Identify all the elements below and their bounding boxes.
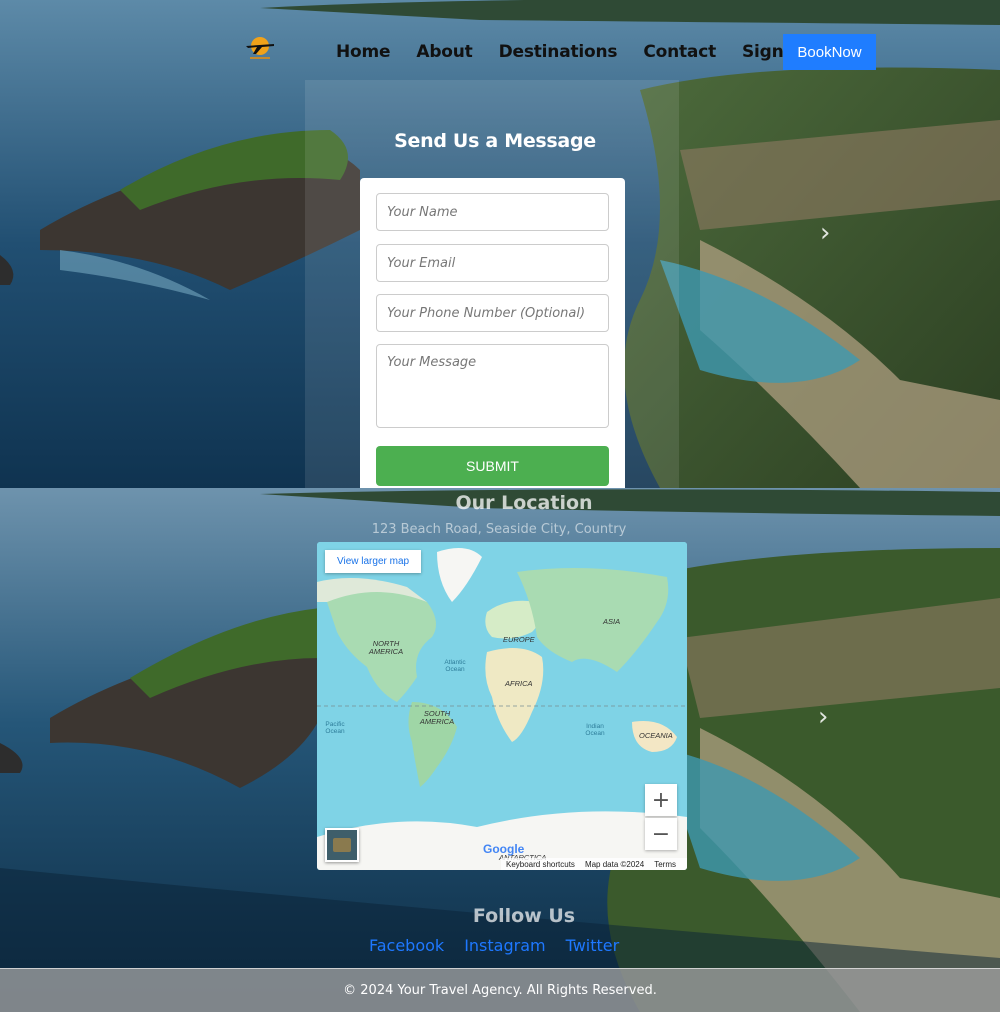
embedded-map[interactable]: NORTH AMERICA SOUTH AMERICA EUROPE ASIA … <box>317 542 687 870</box>
map-label-south-america: SOUTH AMERICA <box>419 709 455 726</box>
map-label-oceania: OCEANIA <box>639 731 673 740</box>
zoom-out-button[interactable]: − <box>645 818 677 850</box>
instagram-link[interactable]: Instagram <box>464 936 545 955</box>
map-label-indian: Indian Ocean <box>585 723 605 737</box>
chevron-right-icon[interactable]: › <box>820 218 830 248</box>
google-logo: Google <box>483 842 525 856</box>
terms-link[interactable]: Terms <box>654 860 676 869</box>
keyboard-shortcuts-link[interactable]: Keyboard shortcuts <box>506 860 575 869</box>
social-links: Facebook Instagram Twitter <box>369 936 619 955</box>
nav-home[interactable]: Home <box>336 42 391 62</box>
zoom-in-button[interactable]: + <box>645 784 677 816</box>
world-map <box>317 542 687 870</box>
footer-copyright: © 2024 Your Travel Agency. All Rights Re… <box>343 983 657 998</box>
map-attribution: Keyboard shortcuts Map data ©2024 Terms <box>501 858 687 870</box>
plane-logo-icon[interactable] <box>240 34 280 62</box>
location-address: 123 Beach Road, Seaside City, Country <box>371 522 627 537</box>
map-label-africa: AFRICA <box>505 679 533 688</box>
form-title: Send Us a Message <box>394 130 596 152</box>
email-input[interactable] <box>376 244 609 282</box>
twitter-link[interactable]: Twitter <box>566 936 620 955</box>
chevron-right-icon[interactable]: › <box>818 702 828 732</box>
nav-about[interactable]: About <box>416 42 472 62</box>
contact-form: SUBMIT <box>360 178 625 488</box>
nav-contact[interactable]: Contact <box>643 42 716 62</box>
map-label-north-america: NORTH AMERICA <box>368 639 404 656</box>
main-nav: Home About Destinations Contact Signup <box>336 42 808 62</box>
submit-button[interactable]: SUBMIT <box>376 446 609 486</box>
facebook-link[interactable]: Facebook <box>369 936 444 955</box>
book-now-button[interactable]: BookNow <box>783 34 876 70</box>
map-label-europe: EUROPE <box>503 635 535 644</box>
message-input[interactable] <box>376 344 609 428</box>
map-layer-icon[interactable] <box>325 828 359 862</box>
name-input[interactable] <box>376 193 609 231</box>
map-label-atlantic: Atlantic Ocean <box>444 659 466 673</box>
view-larger-map-link[interactable]: View larger map <box>325 550 422 573</box>
map-data-text: Map data ©2024 <box>584 859 645 869</box>
phone-input[interactable] <box>376 294 609 332</box>
nav-destinations[interactable]: Destinations <box>499 42 618 62</box>
footer: © 2024 Your Travel Agency. All Rights Re… <box>0 968 1000 1012</box>
location-title: Our Location <box>455 492 593 514</box>
follow-title: Follow Us <box>472 905 576 927</box>
map-label-pacific: Pacific Ocean <box>325 721 345 735</box>
map-label-asia: ASIA <box>603 617 621 626</box>
